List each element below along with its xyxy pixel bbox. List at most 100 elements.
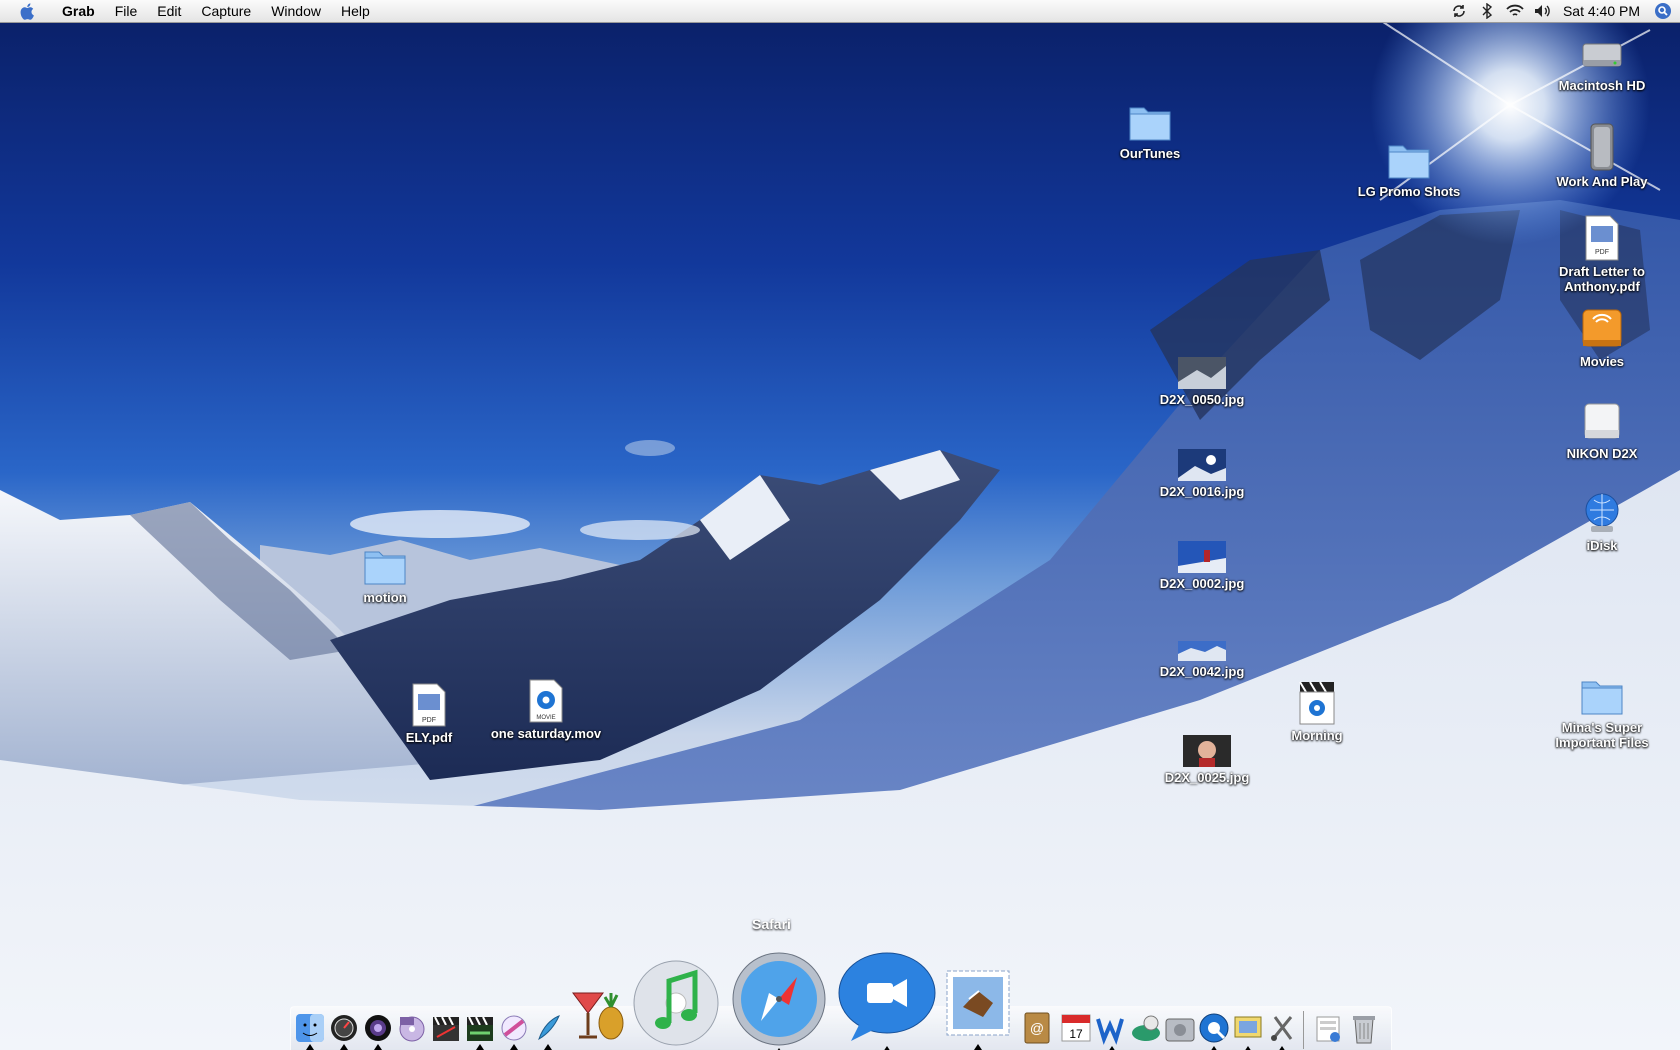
fetch-icon[interactable] bbox=[1129, 1011, 1163, 1050]
photo-thumbnail-icon bbox=[1178, 541, 1226, 573]
pdf-file-icon: PDF bbox=[412, 683, 446, 727]
hard-drive-icon bbox=[1582, 43, 1622, 67]
bluetooth-icon[interactable] bbox=[1473, 0, 1501, 22]
desktop-icon-label: ELY.pdf bbox=[405, 730, 453, 745]
desktop-icon-label: LG Promo Shots bbox=[1357, 184, 1461, 199]
desktop-icon-label: one saturday.mov bbox=[490, 726, 602, 741]
movie-file-icon: MOVIE bbox=[529, 679, 563, 723]
desktop-icon-label: NIKON D2X bbox=[1566, 446, 1638, 461]
trash-icon[interactable] bbox=[1347, 1011, 1381, 1050]
cocktail-icon[interactable] bbox=[567, 979, 627, 1048]
desktop-icon-label: Work And Play bbox=[1556, 174, 1648, 189]
desktop-icon-morning[interactable]: Morning bbox=[1252, 680, 1382, 743]
desktop-icon-label: D2X_0042.jpg bbox=[1159, 664, 1245, 679]
svg-text:PDF: PDF bbox=[1595, 249, 1609, 256]
photo-thumbnail-icon bbox=[1178, 641, 1226, 661]
svg-text:MOVIE: MOVIE bbox=[536, 715, 555, 721]
desktop-icon-label: Movies bbox=[1579, 354, 1625, 369]
desktop-icon-label: OurTunes bbox=[1119, 146, 1181, 161]
menu-window[interactable]: Window bbox=[261, 0, 331, 22]
menu-bar: Grab File Edit Capture Window Help Sat 4… bbox=[0, 0, 1680, 23]
desktop-icon-label: D2X_0050.jpg bbox=[1159, 392, 1245, 407]
dock: @ 17 bbox=[290, 952, 1392, 1050]
desktop-icon-d2x-0050[interactable]: D2X_0050.jpg bbox=[1137, 356, 1267, 407]
wifi-icon[interactable] bbox=[1501, 0, 1529, 22]
desktop-icon-lg-promo[interactable]: LG Promo Shots bbox=[1344, 138, 1474, 199]
address-book-icon[interactable]: @ bbox=[1021, 1011, 1055, 1050]
desktop-icon-work-and-play[interactable]: Work And Play bbox=[1537, 122, 1667, 189]
photo-thumbnail-icon bbox=[1183, 735, 1231, 767]
menu-extras: Sat 4:40 PM bbox=[1445, 0, 1680, 22]
desktop-icon-movies[interactable]: Movies bbox=[1537, 306, 1667, 369]
dock-divider bbox=[1303, 1011, 1304, 1049]
desktop-icon-label: motion bbox=[363, 590, 407, 605]
removable-disk-icon bbox=[1584, 403, 1620, 439]
desktop-icon-label: iDisk bbox=[1586, 538, 1618, 553]
finder-icon[interactable] bbox=[295, 1013, 325, 1050]
preview-icon[interactable] bbox=[1231, 1011, 1265, 1050]
aperture-icon[interactable] bbox=[363, 1013, 393, 1050]
desktop-icon-ely-pdf[interactable]: PDF ELY.pdf bbox=[364, 682, 494, 745]
folder-icon bbox=[1581, 681, 1623, 715]
documents-stack-icon[interactable] bbox=[1311, 1011, 1345, 1050]
folder-icon bbox=[1388, 145, 1430, 179]
svg-text:PDF: PDF bbox=[422, 717, 436, 724]
feather-icon[interactable] bbox=[533, 1013, 563, 1050]
ical-icon[interactable]: 17 bbox=[1059, 1011, 1093, 1050]
desktop-icon-label: Draft Letter to Anthony.pdf bbox=[1559, 264, 1645, 294]
dock-tooltip: Safari bbox=[752, 916, 791, 932]
desktop-icon-macintosh-hd[interactable]: Macintosh HD bbox=[1537, 30, 1667, 93]
apple-icon[interactable] bbox=[16, 0, 38, 22]
spotlight-icon[interactable] bbox=[1652, 0, 1674, 22]
mail-icon[interactable] bbox=[943, 967, 1013, 1050]
firewire-drive-icon bbox=[1582, 309, 1622, 347]
quicktime-icon[interactable] bbox=[1197, 1011, 1231, 1050]
pdf-file-icon: PDF bbox=[1585, 215, 1619, 261]
desktop-icon-draft-letter[interactable]: PDF Draft Letter to Anthony.pdf bbox=[1537, 214, 1667, 294]
desktop-icon-d2x-0016[interactable]: D2X_0016.jpg bbox=[1137, 448, 1267, 499]
desktop-icon-nikon-d2x[interactable]: NIKON D2X bbox=[1537, 398, 1667, 461]
desktop-icon-minas-files[interactable]: Mina's Super Important Files bbox=[1537, 674, 1667, 750]
system-prefs-icon[interactable] bbox=[1163, 1011, 1197, 1050]
menu-app-name[interactable]: Grab bbox=[52, 0, 105, 22]
itunes-icon[interactable] bbox=[631, 953, 721, 1050]
external-drive-icon bbox=[1590, 123, 1614, 171]
photo-thumbnail-icon bbox=[1178, 357, 1226, 389]
desktop-icon-ourtunes[interactable]: OurTunes bbox=[1085, 100, 1215, 161]
folder-icon bbox=[1129, 107, 1171, 141]
final-cut-icon[interactable] bbox=[431, 1013, 461, 1048]
desktop-icon-idisk[interactable]: iDisk bbox=[1537, 490, 1667, 553]
photo-thumbnail-icon bbox=[1178, 449, 1226, 481]
sync-icon[interactable] bbox=[1445, 0, 1473, 22]
desktop-icon-label: D2X_0016.jpg bbox=[1159, 484, 1245, 499]
desktop[interactable]: Grab File Edit Capture Window Help Sat 4… bbox=[0, 0, 1680, 1050]
desktop-icon-label: Mina's Super Important Files bbox=[1555, 720, 1649, 750]
dvd-studio-icon[interactable] bbox=[397, 1013, 427, 1048]
desktop-icon-label: D2X_0002.jpg bbox=[1159, 576, 1245, 591]
menu-edit[interactable]: Edit bbox=[147, 0, 191, 22]
idisk-globe-icon bbox=[1585, 493, 1619, 532]
menu-clock[interactable]: Sat 4:40 PM bbox=[1557, 3, 1652, 19]
svg-text:@: @ bbox=[1030, 1020, 1044, 1036]
desktop-icon-motion[interactable]: motion bbox=[320, 544, 450, 605]
volume-icon[interactable] bbox=[1529, 0, 1557, 22]
menu-capture[interactable]: Capture bbox=[191, 0, 261, 22]
menu-help[interactable]: Help bbox=[331, 0, 380, 22]
ichat-icon[interactable] bbox=[837, 949, 937, 1050]
dashboard-icon[interactable] bbox=[329, 1013, 359, 1050]
utilities-icon[interactable] bbox=[1265, 1011, 1299, 1050]
word-icon[interactable] bbox=[1095, 1011, 1129, 1050]
desktop-icon-d2x-0002[interactable]: D2X_0002.jpg bbox=[1137, 540, 1267, 591]
desktop-icon-label: D2X_0025.jpg bbox=[1164, 770, 1250, 785]
desktop-icon-d2x-0042[interactable]: D2X_0042.jpg bbox=[1137, 640, 1267, 679]
folder-icon bbox=[364, 551, 406, 585]
color-icon[interactable] bbox=[499, 1013, 529, 1050]
desktop-icon-label: Macintosh HD bbox=[1558, 78, 1646, 93]
safari-icon[interactable] bbox=[731, 947, 827, 1050]
menu-file[interactable]: File bbox=[105, 0, 148, 22]
desktop-icon-label: Morning bbox=[1291, 728, 1343, 743]
movie-file-icon bbox=[1299, 681, 1335, 725]
svg-text:17: 17 bbox=[1069, 1027, 1083, 1041]
motion-app-icon[interactable] bbox=[465, 1013, 495, 1050]
desktop-icon-one-saturday[interactable]: MOVIE one saturday.mov bbox=[481, 678, 611, 741]
